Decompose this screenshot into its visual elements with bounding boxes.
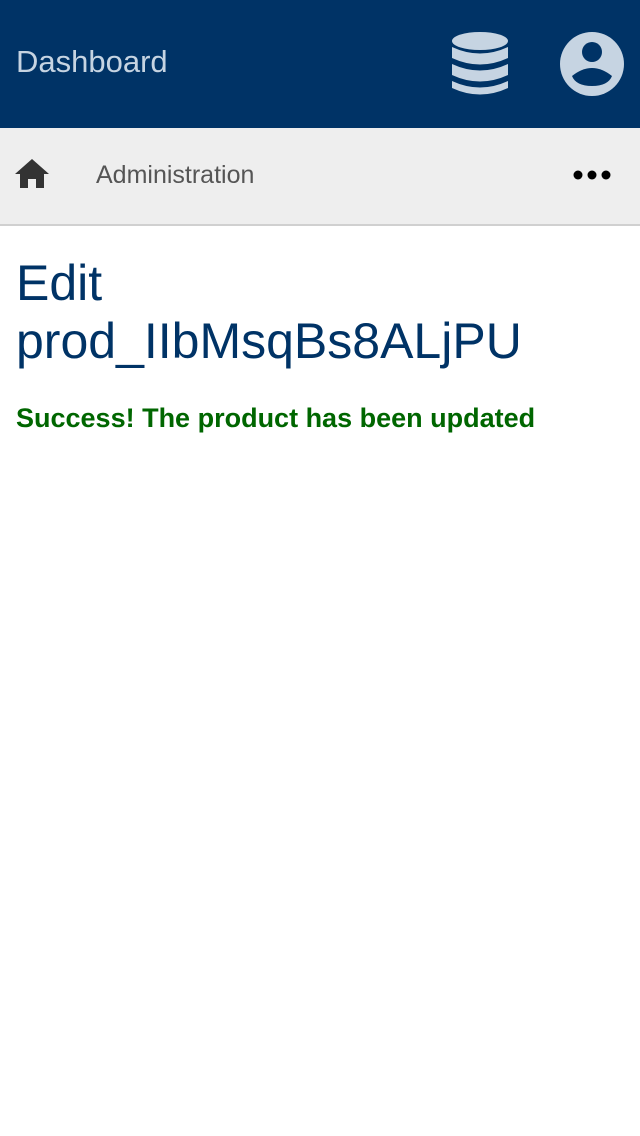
app-header: Dashboard xyxy=(0,0,640,128)
page-title-action: Edit xyxy=(16,255,103,311)
dashboard-link[interactable]: Dashboard xyxy=(16,40,168,84)
more-options-button[interactable] xyxy=(570,160,614,190)
main-content: Edit prod_IIbMsqBs8ALjPU Success! The pr… xyxy=(16,254,624,436)
page-title: Edit prod_IIbMsqBs8ALjPU xyxy=(16,254,624,370)
database-icon xyxy=(452,32,508,95)
breadcrumb: Administration xyxy=(0,128,640,226)
database-button[interactable] xyxy=(448,30,512,98)
success-message: Success! The product has been updated xyxy=(16,403,536,433)
more-horizontal-icon xyxy=(573,170,611,180)
page-title-product-id: prod_IIbMsqBs8ALjPU xyxy=(16,313,522,369)
home-icon xyxy=(15,159,49,188)
user-account-button[interactable] xyxy=(558,30,626,98)
home-button[interactable] xyxy=(14,156,50,192)
account-circle-icon xyxy=(560,32,624,96)
breadcrumb-item-administration[interactable]: Administration xyxy=(96,158,254,192)
